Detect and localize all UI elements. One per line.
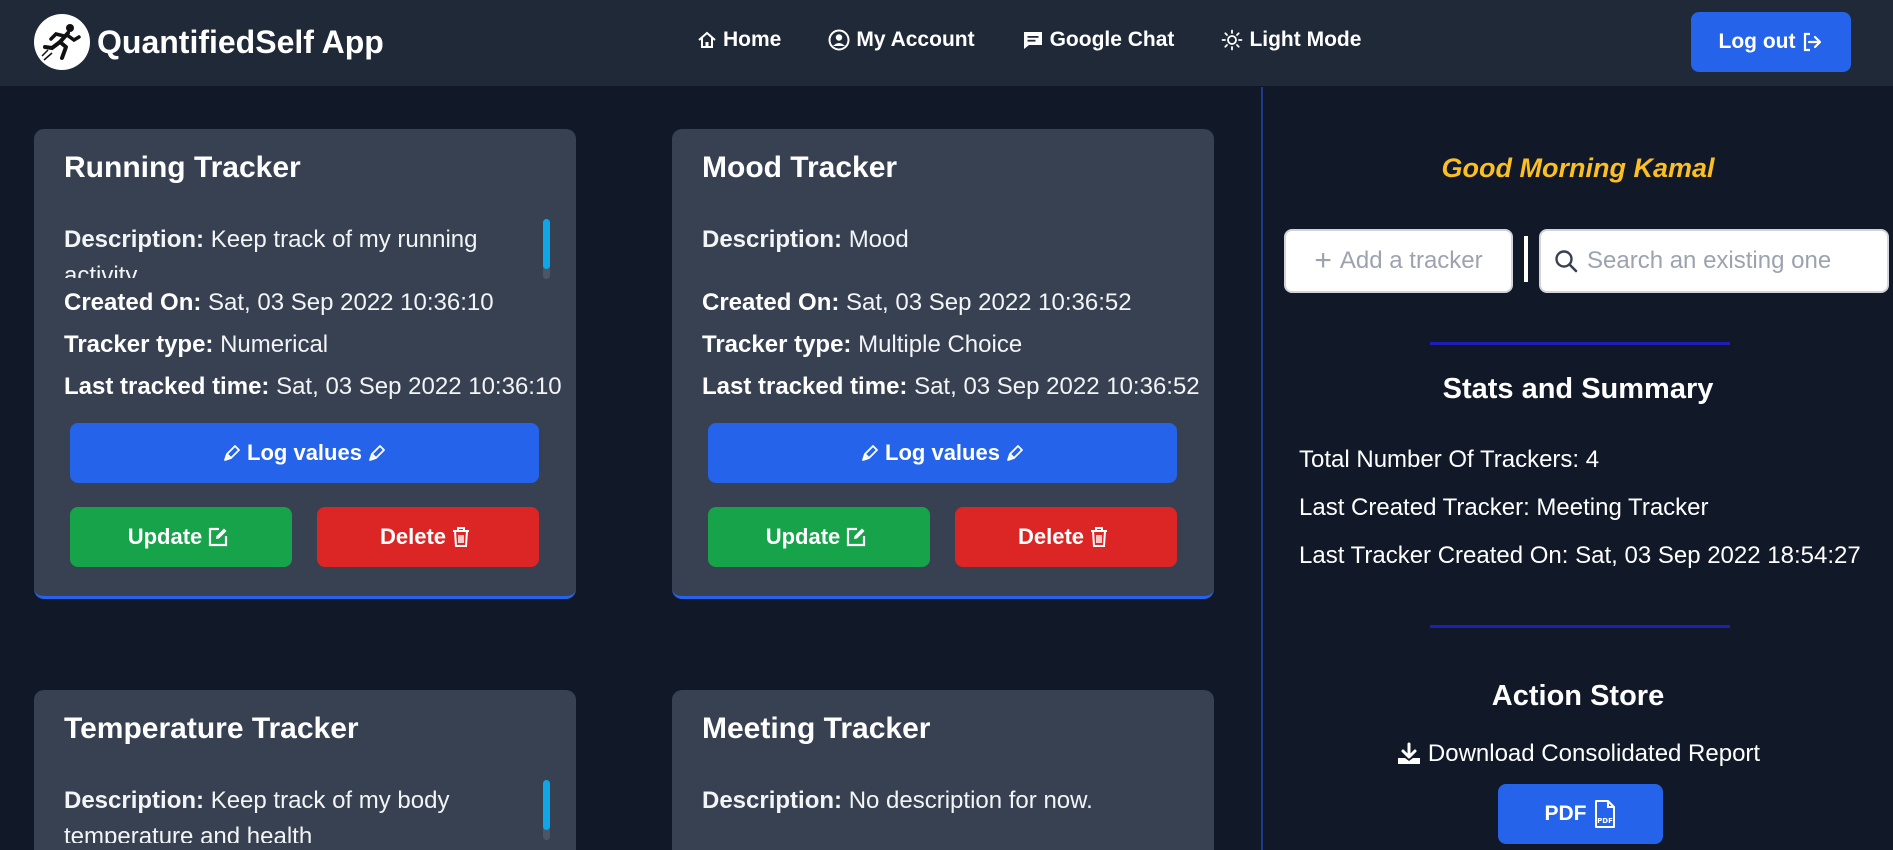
logout-icon <box>1804 32 1822 52</box>
tracker-type: Tracker type: Multiple Choice <box>702 331 1023 358</box>
chat-icon <box>1023 32 1042 49</box>
trash-icon <box>453 527 470 547</box>
tracker-last-tracked: Last tracked time: Sat, 03 Sep 2022 10:3… <box>702 373 1200 400</box>
search-box[interactable] <box>1539 229 1889 293</box>
tracker-description: Description: Mood <box>702 226 909 253</box>
pen-icon <box>369 445 385 461</box>
section-divider <box>1430 625 1730 628</box>
tracker-title: Temperature Tracker <box>64 712 359 745</box>
tracker-title: Meeting Tracker <box>702 712 931 745</box>
download-report-label: Download Consolidated Report <box>1427 740 1761 767</box>
pdf-button[interactable]: PDF PDF <box>1498 784 1663 844</box>
stat-last-created: Last Created Tracker: Meeting Tracker <box>1299 494 1709 521</box>
tracker-card: Meeting Tracker Description: No descript… <box>672 690 1214 850</box>
brand-name: QuantifiedSelf App <box>97 23 384 60</box>
trash-icon <box>1091 527 1108 547</box>
svg-text:PDF: PDF <box>1597 817 1613 825</box>
logout-label: Log out <box>1718 30 1796 53</box>
nav-light-mode[interactable]: Light Mode <box>1221 28 1361 52</box>
tracker-created-on: Created On: Sat, 03 Sep 2022 10:36:52 <box>702 289 1132 316</box>
pen-icon <box>862 445 878 461</box>
section-divider <box>1430 342 1730 345</box>
tracker-description: Description: Keep track of my running ac… <box>64 226 478 278</box>
tracker-created-on: Created On: Sat, 03 Sep 2022 10:36:10 <box>64 289 494 316</box>
log-values-button[interactable]: Log values <box>70 423 539 483</box>
add-tracker-button[interactable]: + Add a tracker <box>1284 229 1513 293</box>
delete-button[interactable]: Delete <box>317 507 539 567</box>
tracker-card: Temperature Tracker Description: Keep tr… <box>34 690 576 850</box>
pdf-label: PDF <box>1544 802 1587 825</box>
nav-google-chat-label: Google Chat <box>1049 28 1175 51</box>
edit-icon <box>209 527 228 547</box>
stats-title: Stats and Summary <box>1442 373 1714 405</box>
pen-icon <box>224 445 240 461</box>
description-scrollbar[interactable] <box>543 780 550 840</box>
user-circle-icon <box>828 29 850 51</box>
delete-button[interactable]: Delete <box>955 507 1177 567</box>
greeting: Good Morning Kamal <box>1441 153 1715 183</box>
stat-total: Total Number Of Trackers: 4 <box>1299 446 1600 473</box>
tracker-title: Mood Tracker <box>702 151 898 184</box>
tracker-type: Tracker type: Numerical <box>64 331 329 358</box>
top-navbar: QuantifiedSelf App Home My Account Googl… <box>0 0 1893 87</box>
nav-my-account[interactable]: My Account <box>828 28 975 52</box>
nav-links: Home My Account Google Chat Light Mode <box>697 28 1408 52</box>
download-report-link[interactable]: Download Consolidated Report <box>1263 740 1893 768</box>
log-values-button[interactable]: Log values <box>708 423 1177 483</box>
action-store-title: Action Store <box>1491 680 1665 712</box>
tracker-title: Running Tracker <box>64 151 301 184</box>
tracker-description: Description: Keep track of my body tempe… <box>64 787 450 843</box>
add-tracker-label: Add a tracker <box>1339 247 1483 274</box>
update-button[interactable]: Update <box>708 507 930 567</box>
tracker-last-tracked: Last tracked time: Sat, 03 Sep 2022 10:3… <box>64 373 562 400</box>
pen-icon <box>1007 445 1023 461</box>
search-icon <box>1555 250 1578 273</box>
runner-logo-icon <box>34 14 90 70</box>
edit-icon <box>847 527 866 547</box>
tracker-card: Mood Tracker Description: Mood Created O… <box>672 129 1214 599</box>
tracker-card: Running Tracker Description: Keep track … <box>34 129 576 599</box>
plus-icon: + <box>1314 244 1332 277</box>
pdf-file-icon: PDF <box>1594 800 1615 828</box>
brand[interactable]: QuantifiedSelf App <box>34 14 384 70</box>
logout-button[interactable]: Log out <box>1691 12 1851 72</box>
separator <box>1524 236 1528 282</box>
stat-last-created-on: Last Tracker Created On: Sat, 03 Sep 202… <box>1299 542 1861 569</box>
nav-light-mode-label: Light Mode <box>1249 28 1362 51</box>
download-icon <box>1397 742 1420 764</box>
description-scrollbar[interactable] <box>543 219 550 279</box>
nav-my-account-label: My Account <box>856 28 975 51</box>
sun-icon <box>1222 29 1243 51</box>
search-input[interactable] <box>1587 247 1877 275</box>
nav-home[interactable]: Home <box>697 28 781 52</box>
update-button[interactable]: Update <box>70 507 292 567</box>
tracker-description: Description: No description for now. <box>702 787 1093 814</box>
nav-home-label: Home <box>723 28 782 51</box>
home-icon <box>698 31 716 48</box>
nav-google-chat[interactable]: Google Chat <box>1022 28 1175 52</box>
sidebar-divider <box>1261 87 1263 850</box>
